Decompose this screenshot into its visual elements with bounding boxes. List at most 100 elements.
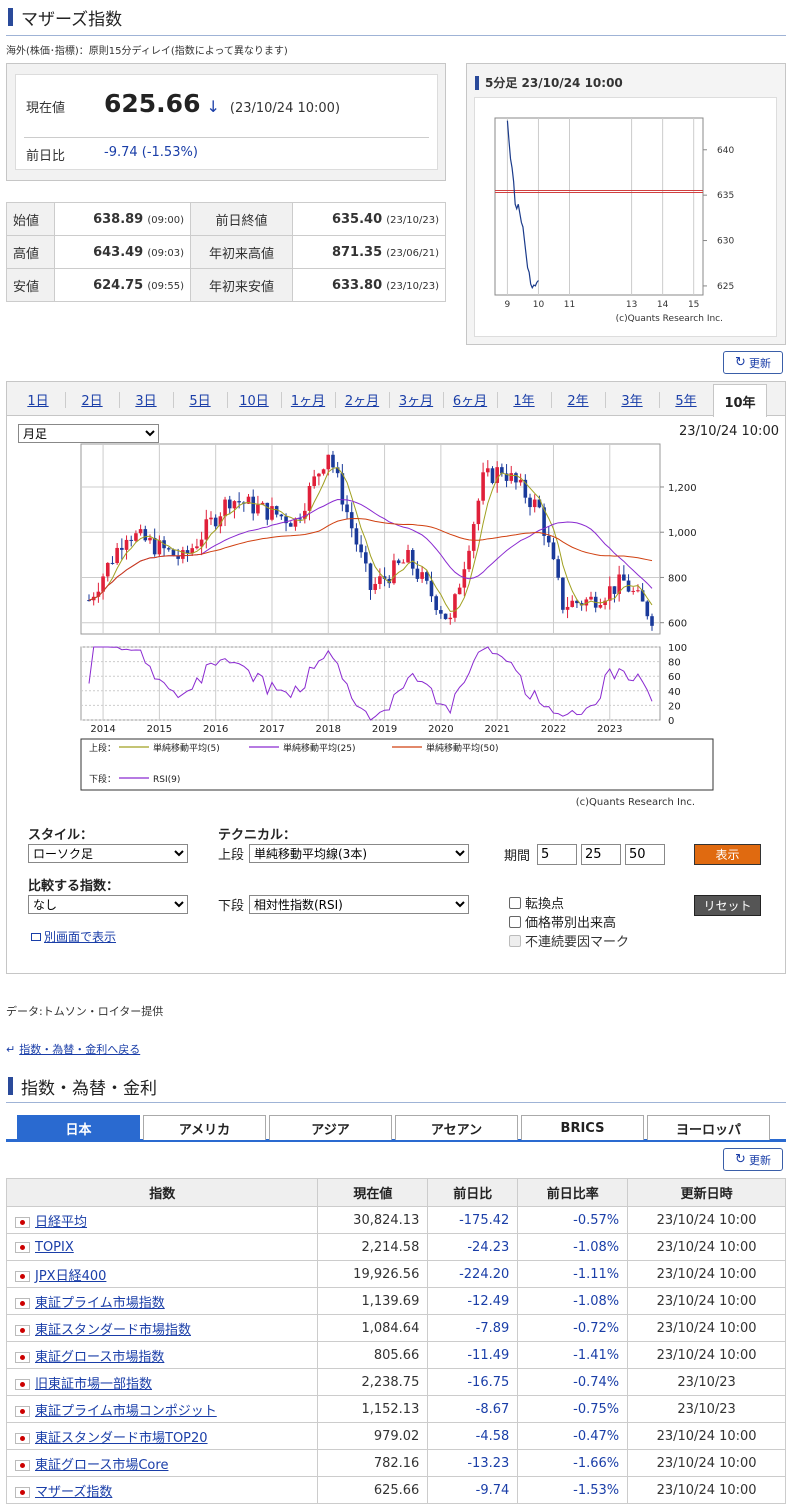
compare-select[interactable]: なし: [28, 895, 188, 914]
tab-separator: [227, 392, 228, 408]
checkbox-box[interactable]: [509, 896, 521, 909]
japan-flag-icon: [15, 1405, 30, 1417]
intraday-x-tick: 15: [688, 300, 699, 310]
index-change-pct: -0.74%: [517, 1368, 629, 1396]
lower-select[interactable]: 相対性指数(RSI): [249, 895, 469, 914]
checkbox-volume-profile[interactable]: 価格帯別出来高: [509, 912, 616, 931]
index-name-link[interactable]: 東証プライム市場コンポジット: [35, 1404, 217, 1419]
index-change-pct: -0.72%: [517, 1314, 629, 1342]
candle-body: [415, 568, 420, 579]
index-name-link[interactable]: 東証グロース市場Core: [35, 1458, 168, 1473]
index-name-cell: JPX日経400: [5, 1260, 319, 1288]
current-value: 625.66: [104, 89, 201, 118]
upper-select[interactable]: 単純移動平均線(3本): [249, 844, 469, 863]
main-x-tick: 2014: [90, 724, 115, 735]
main-x-tick: 2019: [372, 724, 397, 735]
technical-label: テクニカル：: [218, 828, 297, 843]
index-change: -7.89: [427, 1314, 519, 1342]
tab-range[interactable]: 3日: [119, 390, 173, 412]
tab-range[interactable]: 2ヶ月: [335, 390, 389, 412]
tab-range[interactable]: 10日: [227, 390, 281, 412]
ohlc-price: 635.40: [331, 211, 383, 227]
back-link-text[interactable]: 指数・為替・金利へ戻る: [19, 1041, 140, 1057]
data-source: データ:トムソン・ロイター提供: [6, 1005, 164, 1018]
index-name-link[interactable]: マザーズ指数: [35, 1485, 112, 1500]
candle-body: [589, 596, 593, 600]
reset-button[interactable]: リセット: [694, 895, 761, 916]
index-name-link[interactable]: 東証グロース市場指数: [35, 1350, 164, 1365]
region-tab[interactable]: ヨーロッパ: [647, 1115, 770, 1140]
checkbox-discontinuity-mark[interactable]: 不連続要因マーク: [509, 931, 629, 950]
index-value: 1,084.64: [317, 1314, 429, 1342]
table-row: TOPIX 2,214.58 -24.23 -1.08% 23/10/24 10:00: [5, 1233, 786, 1261]
period-input-1[interactable]: [537, 844, 577, 865]
region-tab[interactable]: 日本: [17, 1115, 140, 1140]
intraday-y-tick: 640: [717, 146, 734, 156]
candle-body: [373, 583, 377, 590]
tab-range[interactable]: 3ヶ月: [389, 390, 443, 412]
separate-window-text[interactable]: 別画面で表示: [44, 928, 116, 945]
ohlc-label: 年初来安値: [190, 268, 293, 302]
main-x-tick: 2016: [203, 724, 228, 735]
region-tab[interactable]: アジア: [269, 1115, 392, 1140]
index-updated: 23/10/24 10:00: [627, 1476, 786, 1504]
ohlc-value: 624.75 (09:55): [54, 268, 191, 302]
tab-range[interactable]: 1ヶ月: [281, 390, 335, 412]
tab-range[interactable]: 5年: [659, 390, 713, 412]
tab-range[interactable]: 2日: [65, 390, 119, 412]
separate-window-link[interactable]: 別画面で表示: [31, 928, 116, 945]
ohlc-label: 前日終値: [190, 202, 293, 236]
candle-body: [420, 572, 424, 579]
candle-body: [439, 610, 443, 614]
region-tab[interactable]: BRICS: [521, 1115, 644, 1140]
japan-flag-icon: [15, 1486, 30, 1498]
index-name-link[interactable]: 東証スタンダード市場TOP20: [35, 1431, 208, 1446]
checkbox-label: 価格帯別出来高: [525, 916, 617, 931]
tab-range[interactable]: 3年: [605, 390, 659, 412]
index-name-link[interactable]: 東証スタンダード市場指数: [35, 1323, 191, 1338]
main-x-tick: 2018: [316, 724, 341, 735]
ohlc-date: (23/10/23): [386, 280, 439, 292]
period-input-2[interactable]: [581, 844, 621, 865]
index-name-link[interactable]: 東証プライム市場指数: [35, 1296, 165, 1311]
legend-entry: 単純移動平均(50): [426, 742, 498, 754]
main-chart-box: 1日 2日 3日 5日 10日 1ヶ月 2ヶ月 3ヶ月 6ヶ月 1年 2年 3年 5年 10年 月足 23…: [6, 381, 786, 974]
candle-body: [645, 601, 650, 617]
period-input-3[interactable]: [625, 844, 665, 865]
main-chart-svg: 2014 2015 2016 2017 2018 2019 2020 2021 2022 2023…: [80, 443, 714, 808]
refresh-button-2[interactable]: ↻ 更新: [723, 1148, 783, 1171]
ohlc-date: (23/06/21): [386, 247, 439, 259]
checkbox-turning-point[interactable]: 転換点: [509, 893, 564, 912]
back-arrow-icon: ↵: [6, 1042, 16, 1056]
checkbox-box[interactable]: [509, 934, 521, 947]
index-updated: 23/10/24 10:00: [627, 1206, 786, 1234]
tab-range[interactable]: 1年: [497, 390, 551, 412]
tab-range[interactable]: 5日: [173, 390, 227, 412]
index-name-link[interactable]: TOPIX: [35, 1240, 74, 1255]
ohlc-value: 643.49 (09:03): [54, 235, 191, 269]
tab-range[interactable]: 1日: [11, 390, 65, 412]
ohlc-time: (09:03): [147, 247, 184, 259]
show-button[interactable]: 表示: [694, 844, 761, 865]
tab-range[interactable]: 6ヶ月: [443, 390, 497, 412]
index-name-cell: 東証プライム市場コンポジット: [5, 1395, 319, 1423]
region-tab[interactable]: アセアン: [395, 1115, 518, 1140]
index-name-link[interactable]: 日経平均: [35, 1215, 87, 1230]
current-date: (23/10/24 10:00): [229, 101, 341, 116]
index-name-link[interactable]: 旧東証市場一部指数: [35, 1377, 152, 1392]
style-select[interactable]: ローソク足: [28, 844, 188, 863]
back-link[interactable]: ↵ 指数・為替・金利へ戻る: [6, 1041, 140, 1057]
region-tab[interactable]: アメリカ: [143, 1115, 266, 1140]
period-select[interactable]: 月足: [18, 424, 159, 443]
tab-range[interactable]: 2年: [551, 390, 605, 412]
refresh-button[interactable]: ↻ 更新: [723, 351, 783, 374]
index-updated: 23/10/24 10:00: [627, 1341, 786, 1369]
tab-separator: [659, 392, 660, 408]
legend-lower-label: 下段：: [89, 773, 116, 785]
candle-body: [345, 504, 349, 513]
tab-separator: [389, 392, 390, 408]
checkbox-box[interactable]: [509, 915, 521, 928]
candle-body: [138, 529, 143, 534]
candle-body: [509, 473, 514, 481]
index-name-link[interactable]: JPX日経400: [35, 1269, 106, 1284]
